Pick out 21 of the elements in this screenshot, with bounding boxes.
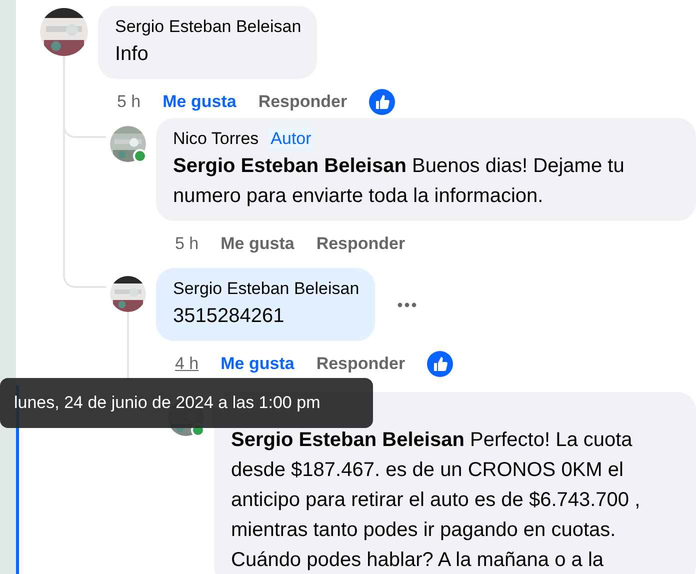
comment-time[interactable]: 4 h	[175, 354, 199, 374]
comment-text: Sergio Esteban Beleisan Buenos dias! Dejame tu numero para enviarte toda la informacion.	[173, 154, 626, 209]
timestamp-tooltip: lunes, 24 de junio de 2024 a las 1:00 pm	[0, 378, 373, 428]
comment-text: Info	[115, 42, 150, 67]
comment-text: 3515284261	[173, 304, 286, 329]
like-link[interactable]: Me gusta	[162, 92, 236, 112]
author-name[interactable]: Sergio Esteban Beleisan	[173, 277, 360, 301]
comment-time[interactable]: 5 h	[117, 92, 141, 112]
author-badge: Autor	[266, 127, 316, 151]
like-icon[interactable]	[369, 89, 396, 115]
reply-link[interactable]: Responder	[316, 354, 406, 374]
comment-time[interactable]: 5 h	[175, 234, 199, 254]
more-options-icon[interactable]	[397, 302, 418, 308]
author-name[interactable]: Sergio Esteban Beleisan	[115, 15, 302, 39]
like-icon[interactable]	[427, 351, 454, 377]
reply-link[interactable]: Responder	[258, 92, 348, 112]
comment-text: Sergio Esteban Beleisan Perfecto! La cuota desde $187.467. es de un CRONOS 0KM el anticipo para retirar el auto es de $6.743.700 , mientras tanto podes ir pagando en cuotas. Cuándo podes hablar? A la mañana o a la	[231, 428, 642, 573]
author-name[interactable]: Nico Torres	[173, 127, 259, 151]
like-link[interactable]: Me gusta	[220, 354, 294, 374]
reply-link[interactable]: Responder	[316, 234, 406, 254]
like-link[interactable]: Me gusta	[220, 234, 294, 254]
